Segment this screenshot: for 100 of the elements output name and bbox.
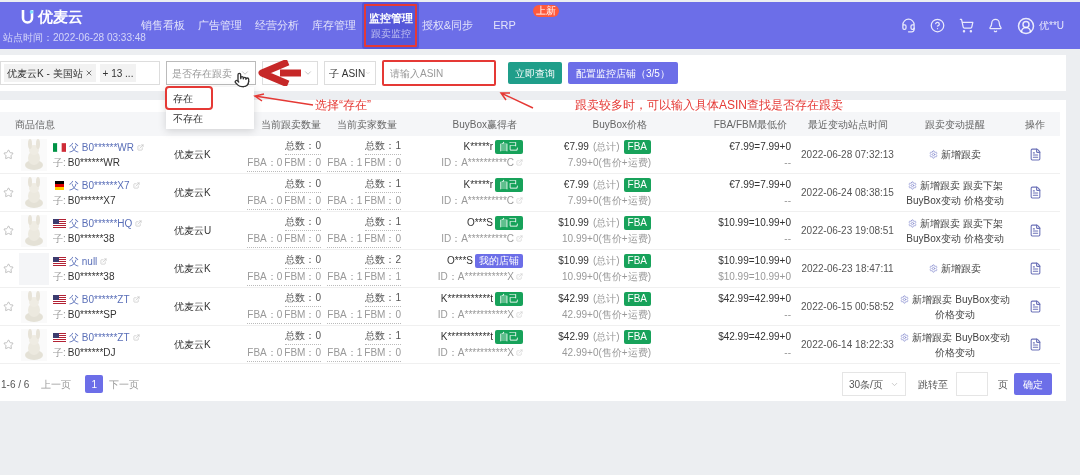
shop-select[interactable]: 优麦云K - 美国站 + 13 ... (0, 61, 160, 85)
fbm-count: FBM：1 (364, 268, 401, 286)
child-label: 子: (53, 193, 66, 208)
nav-tab[interactable]: ERP (476, 2, 533, 49)
store-name: 优麦云K (173, 148, 212, 162)
lowest-fba-price: $10.99=10.99+0 (718, 215, 791, 230)
parent-asin-link[interactable]: 父 B0******X7 (69, 177, 130, 193)
winner-name: K*****r (463, 139, 493, 154)
fbm-count: FBM：0 (284, 268, 321, 286)
total-count: 总数：1 (365, 137, 401, 155)
fba-count: FBA：1 (327, 230, 363, 248)
nav-tab[interactable]: 库存管理 (305, 2, 362, 49)
change-time: 2022-06-15 00:58:52 (800, 300, 895, 314)
child-asin: B0******38 (67, 269, 115, 284)
alert-tag: 价格变动 (963, 192, 1004, 208)
site-time: 站点时间：2022-06-28 03:33:48 (3, 31, 146, 44)
page-size-select[interactable]: 30条/页 (842, 372, 906, 396)
lowest-fba-price: €7.99=7.99+0 (729, 177, 791, 192)
nav-tab[interactable]: 监控管理 跟卖监控 (362, 2, 419, 49)
config-button[interactable]: 配置监控店铺（3/5） (568, 62, 678, 84)
parent-asin-link[interactable]: 父 B0******WR (69, 139, 135, 155)
lowest-fba-price: $42.99=42.99+0 (718, 291, 791, 306)
follow-select[interactable]: 是否存在跟卖 (166, 61, 256, 85)
shop-tag[interactable]: + 13 ... (99, 64, 137, 82)
parent-asin-link[interactable]: 父 B0******ZT (69, 329, 130, 345)
fba-tag: FBA (623, 291, 651, 306)
asin-input[interactable]: 请输入ASIN (382, 60, 496, 86)
buybox-price: $10.99 (558, 215, 589, 230)
user-name[interactable]: 优**U (1039, 18, 1064, 33)
search-button[interactable]: 立即查询 (508, 62, 562, 84)
fbm-count: FBM：0 (364, 344, 401, 362)
winner-badge: 自己 (495, 291, 523, 306)
change-time: 2022-06-28 07:32:13 (800, 148, 895, 162)
winner-name: O***S (446, 253, 473, 268)
total-count: 总数：0 (285, 289, 321, 307)
child-asin: B0******38 (67, 231, 115, 246)
fbm-count: FBM：0 (364, 154, 401, 172)
store-name: 优麦云K (173, 186, 212, 200)
nav-tab[interactable]: 广告管理 (191, 2, 248, 49)
winner-name: K***********t (440, 329, 493, 344)
lowest-fbm-price: $10.99=10.99+0 (718, 269, 791, 284)
winner-name: O***S (466, 215, 493, 230)
winner-name: K***********t (440, 291, 493, 306)
alert-tag: BuyBox变动 (955, 291, 1010, 307)
child-label: 子: (53, 155, 66, 170)
seller-id: ID：A**********C (441, 155, 514, 170)
total-count: 总数：0 (285, 251, 321, 269)
seller-id: ID：A***********X (437, 269, 514, 284)
confirm-button[interactable]: 确定 (1014, 373, 1052, 395)
fba-count: FBA：0 (247, 154, 283, 172)
fba-count: FBA：0 (247, 268, 283, 286)
asin-type-select[interactable]: 子 ASIN (324, 61, 376, 85)
child-label: 子: (53, 231, 66, 246)
fbm-count: FBM：0 (364, 192, 401, 210)
page-unit: 页 (998, 377, 1008, 392)
total-count: 总数：0 (285, 327, 321, 345)
alert-tag: 价格变动 (935, 306, 975, 322)
jump-label: 跳转至 (918, 377, 948, 392)
page-range: 1-6 / 6 (0, 377, 30, 392)
child-asin: B0******DJ (67, 345, 116, 360)
child-asin: B0******SP (67, 307, 117, 322)
fba-count: FBA：1 (327, 192, 363, 210)
alert-tag: 价格变动 (963, 230, 1004, 246)
column-header: 最近变动站点时间 (806, 117, 889, 132)
lowest-fba-price: $10.99=10.99+0 (718, 253, 791, 268)
column-header: 操作 (1024, 117, 1046, 132)
price-note: (总计) (592, 253, 620, 268)
nav-tab[interactable]: 经营分析 (248, 2, 305, 49)
column-header: BuyBox价格 (591, 117, 648, 132)
column-header: 当前卖家数量 (336, 117, 398, 132)
child-asin: B0******X7 (67, 193, 116, 208)
lowest-fbm-price: -- (784, 193, 791, 208)
total-count: 总数：0 (285, 213, 321, 231)
parent-asin-link[interactable]: 父 null (69, 253, 98, 269)
lowest-fbm-price: -- (784, 307, 791, 322)
parent-asin-link[interactable]: 父 B0******ZT (69, 291, 130, 307)
fba-tag: FBA (623, 139, 651, 154)
shop-tag[interactable]: 优麦云K - 美国站 (4, 64, 96, 82)
dropdown-option[interactable]: 存在 (167, 88, 211, 108)
alert-tag: 新增跟卖 (912, 329, 953, 345)
child-label: 子: (53, 307, 66, 322)
column-header: FBA/FBM最低价 (712, 117, 788, 132)
child-asin: B0******WR (67, 155, 121, 170)
dropdown-option[interactable]: 不存在 (167, 108, 253, 128)
child-label: 子: (53, 269, 66, 284)
page-button[interactable]: 1 (85, 375, 104, 393)
lowest-fbm-price: -- (784, 231, 791, 246)
parent-asin-link[interactable]: 父 B0******HQ (69, 215, 133, 231)
fba-tag: FBA (623, 253, 651, 268)
alert-tag: BuyBox变动 (955, 329, 1010, 345)
price-note: (总计) (592, 215, 620, 230)
price-detail: 42.99+0(售价+运费) (562, 345, 651, 360)
alert-tag: 新增跟卖 (919, 177, 960, 193)
store-name: 优麦云K (173, 338, 212, 352)
total-count: 总数：1 (365, 327, 401, 345)
nav-tab[interactable]: 授权&同步 (419, 2, 476, 49)
fbm-count: FBM：0 (284, 230, 321, 248)
lowest-fbm-price: -- (784, 345, 791, 360)
fba-count: FBA：0 (247, 344, 283, 362)
store-name: 优麦云K (173, 300, 212, 314)
